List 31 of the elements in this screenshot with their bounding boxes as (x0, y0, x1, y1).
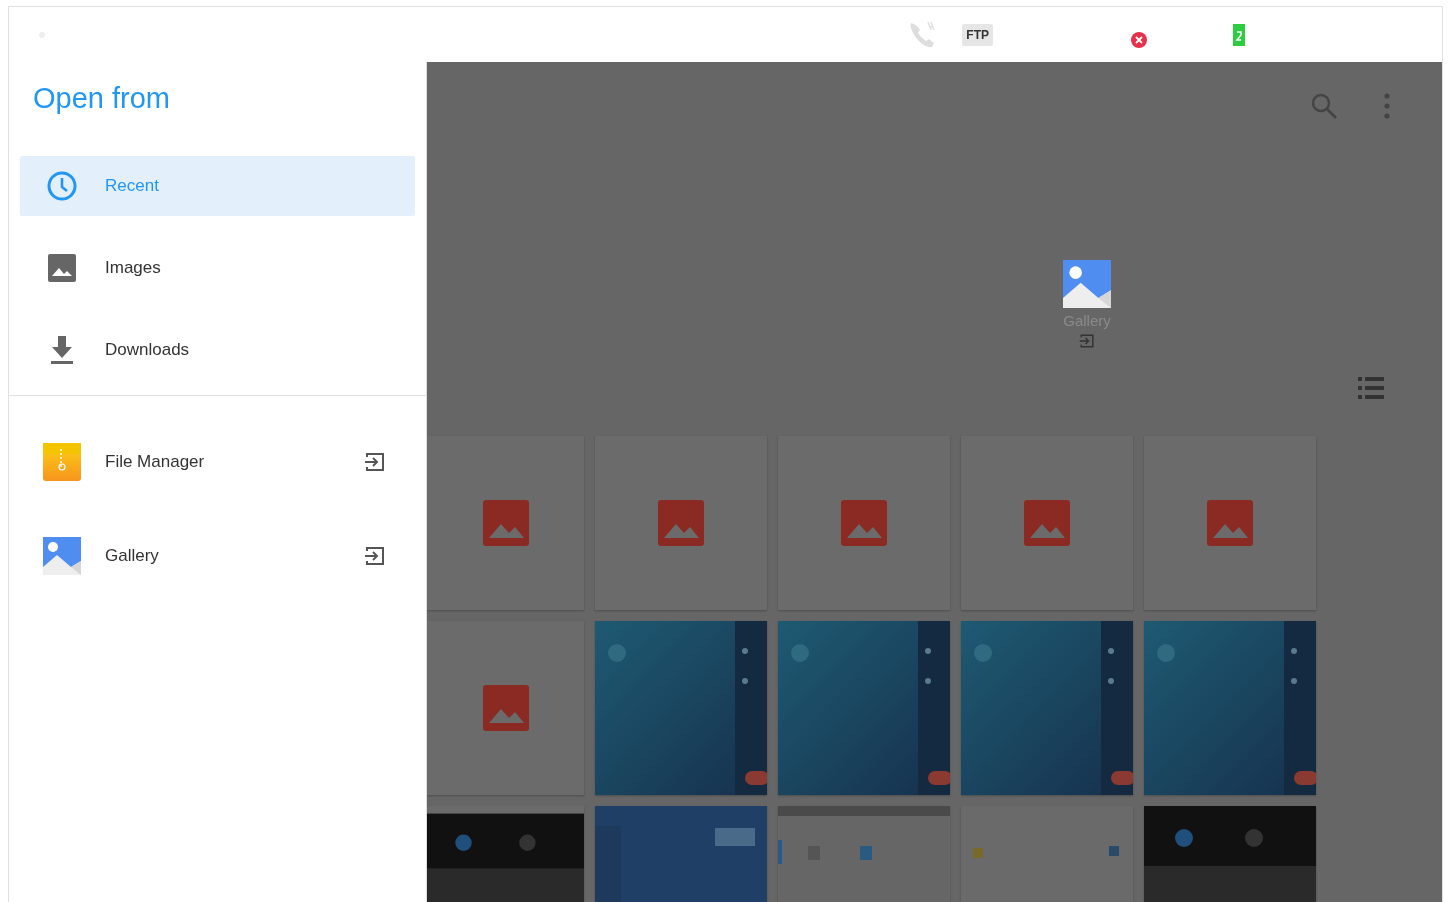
image-icon (841, 500, 887, 546)
thumbnail-card[interactable] (595, 436, 767, 610)
more-menu-icon[interactable] (1384, 93, 1390, 119)
drawer-item[interactable]: Downloads (20, 320, 415, 380)
gallery-icon[interactable] (1063, 260, 1111, 308)
download-icon (49, 336, 75, 364)
error-icon (1131, 31, 1147, 48)
thumbnail-card[interactable] (961, 436, 1133, 610)
search-icon[interactable] (1310, 92, 1338, 120)
clock-icon (46, 170, 78, 202)
gallery-icon (43, 537, 81, 575)
image-icon (1024, 500, 1070, 546)
thumbnail-card[interactable] (778, 436, 950, 610)
image-icon (482, 500, 529, 546)
drawer-title: Open from (33, 82, 171, 116)
image-icon (1207, 500, 1253, 546)
drawer-item[interactable]: File Manager (105, 452, 340, 472)
image-icon (482, 685, 529, 731)
folder-zip-icon (43, 443, 81, 481)
drawer-item[interactable]: Images (20, 238, 415, 298)
image-icon (658, 500, 704, 546)
enter-icon[interactable] (364, 451, 386, 473)
thumbnail-card[interactable] (427, 436, 584, 610)
image-icon (48, 254, 76, 282)
ftp-badge: FTP (962, 23, 993, 46)
thumbnail-card[interactable] (427, 621, 584, 795)
battery-icon (1233, 23, 1245, 46)
list-view-icon[interactable] (1358, 377, 1384, 399)
enter-icon[interactable] (364, 545, 386, 567)
thumbnail-card[interactable] (1144, 436, 1316, 610)
drawer-item[interactable]: Gallery (105, 546, 340, 566)
